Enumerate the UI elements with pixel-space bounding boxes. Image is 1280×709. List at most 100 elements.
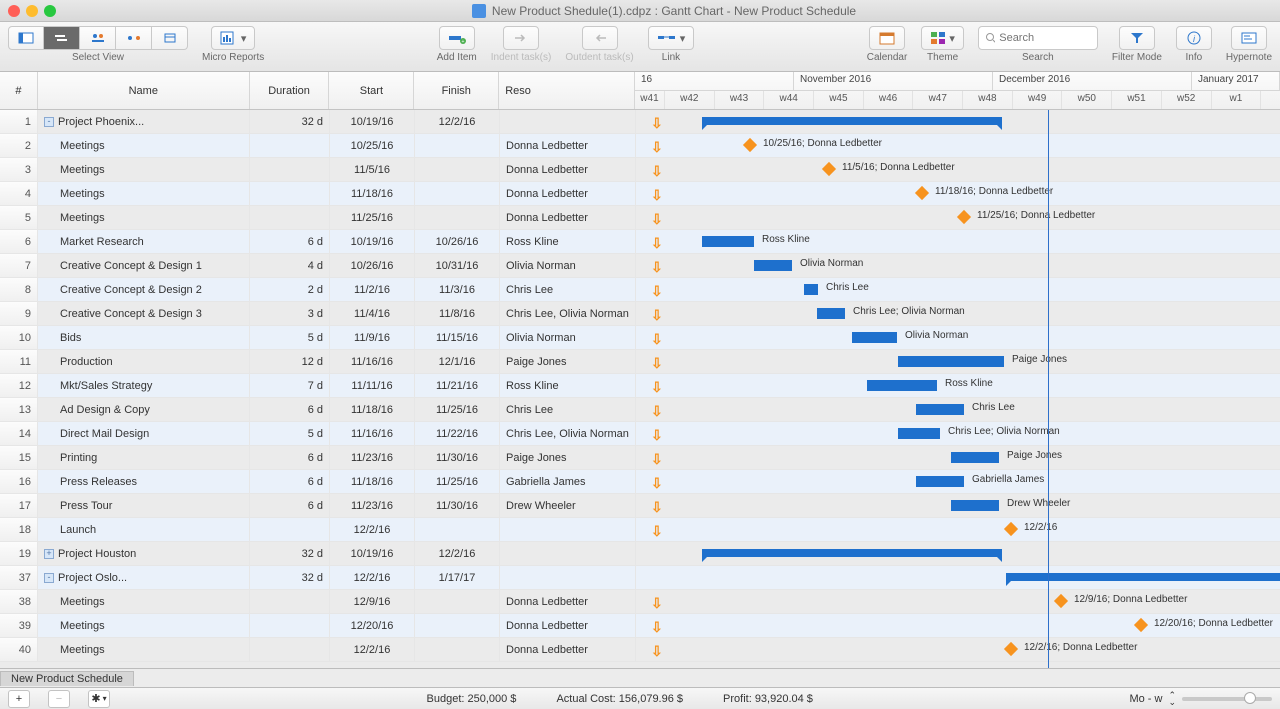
add-item-button[interactable]: + [439, 26, 475, 50]
task-bar[interactable] [804, 284, 818, 295]
outdent-label: Outdent task(s) [565, 52, 633, 63]
col-num[interactable]: # [0, 72, 38, 109]
table-row[interactable]: 37-Project Oslo...32 d12/2/161/17/17 [0, 566, 1280, 590]
sheet-tab[interactable]: New Product Schedule [0, 671, 134, 686]
view-mode-5-button[interactable] [152, 26, 188, 50]
task-bar[interactable] [852, 332, 897, 343]
settings-button[interactable]: ✱▾ [88, 690, 110, 708]
info-icon: i [1187, 31, 1201, 45]
hypernote-button[interactable] [1231, 26, 1267, 50]
add-row-button[interactable]: + [8, 690, 30, 708]
milestone-marker[interactable] [957, 210, 971, 224]
search-icon [985, 32, 995, 44]
task-bar-label: Olivia Norman [905, 330, 968, 341]
summary-bar[interactable] [702, 117, 1002, 125]
window-title: New Product Shedule(1).cdpz : Gantt Char… [56, 4, 1272, 18]
table-row[interactable]: 9Creative Concept & Design 33 d11/4/1611… [0, 302, 1280, 326]
dependency-arrow-icon: ⇩ [651, 523, 663, 540]
task-bar[interactable] [817, 308, 845, 319]
zoom-control[interactable]: Mo - w ⌃⌄ [1129, 692, 1272, 706]
table-row[interactable]: 3Meetings11/5/16Donna Ledbetter⇩11/5/16;… [0, 158, 1280, 182]
view-mode-2-button[interactable] [44, 26, 80, 50]
task-bar[interactable] [951, 500, 999, 511]
hypernote-icon [1241, 32, 1257, 44]
dependency-arrow-icon: ⇩ [651, 259, 663, 276]
info-button[interactable]: i [1176, 26, 1212, 50]
task-bar-label: Drew Wheeler [1007, 498, 1070, 509]
col-duration[interactable]: Duration [250, 72, 330, 109]
task-bar[interactable] [916, 404, 964, 415]
table-row[interactable]: 15Printing6 d11/23/1611/30/16Paige Jones… [0, 446, 1280, 470]
table-row[interactable]: 6Market Research6 d10/19/1610/26/16Ross … [0, 230, 1280, 254]
table-row[interactable]: 7Creative Concept & Design 14 d10/26/161… [0, 254, 1280, 278]
task-bar[interactable] [702, 236, 754, 247]
milestone-marker[interactable] [822, 162, 836, 176]
col-start[interactable]: Start [329, 72, 414, 109]
milestone-marker[interactable] [1004, 522, 1018, 536]
task-bar-label: Ross Kline [762, 234, 810, 245]
table-row[interactable]: 10Bids5 d11/9/1611/15/16Olivia Norman⇩Ol… [0, 326, 1280, 350]
table-row[interactable]: 40Meetings12/2/16Donna Ledbetter⇩12/2/16… [0, 638, 1280, 662]
table-row[interactable]: 8Creative Concept & Design 22 d11/2/1611… [0, 278, 1280, 302]
table-row[interactable]: 5Meetings11/25/16Donna Ledbetter⇩11/25/1… [0, 206, 1280, 230]
task-bar[interactable] [951, 452, 999, 463]
milestone-marker[interactable] [1054, 594, 1068, 608]
table-row[interactable]: 12Mkt/Sales Strategy7 d11/11/1611/21/16R… [0, 374, 1280, 398]
maximize-window-icon[interactable] [44, 5, 56, 17]
zoom-stepper[interactable]: ⌃⌄ [1168, 692, 1176, 706]
milestone-label: 10/25/16; Donna Ledbetter [763, 138, 882, 149]
table-row[interactable]: 13Ad Design & Copy6 d11/18/1611/25/16Chr… [0, 398, 1280, 422]
minimize-window-icon[interactable] [26, 5, 38, 17]
task-bar[interactable] [916, 476, 964, 487]
status-budget: Budget: 250,000 $ [427, 693, 517, 705]
filter-icon [1130, 32, 1144, 44]
milestone-marker[interactable] [915, 186, 929, 200]
calendar-button[interactable] [869, 26, 905, 50]
table-row[interactable]: 4Meetings11/18/16Donna Ledbetter⇩11/18/1… [0, 182, 1280, 206]
table-row[interactable]: 14Direct Mail Design5 d11/16/1611/22/16C… [0, 422, 1280, 446]
search-input[interactable] [978, 26, 1098, 50]
table-row[interactable]: 18Launch12/2/16⇩12/2/16 [0, 518, 1280, 542]
indent-task-button[interactable] [503, 26, 539, 50]
table-row[interactable]: 17Press Tour6 d11/23/1611/30/16Drew Whee… [0, 494, 1280, 518]
table-row[interactable]: 16Press Releases6 d11/18/1611/25/16Gabri… [0, 470, 1280, 494]
link-button[interactable]: ▾ [648, 26, 695, 50]
milestone-marker[interactable] [1134, 618, 1148, 632]
close-window-icon[interactable] [8, 5, 20, 17]
table-row[interactable]: 11Production12 d11/16/1612/1/16Paige Jon… [0, 350, 1280, 374]
timeline-header[interactable]: 16November 2016December 2016January 2017… [635, 72, 1280, 109]
task-bar[interactable] [754, 260, 792, 271]
task-bar[interactable] [867, 380, 937, 391]
task-bar[interactable] [898, 356, 1004, 367]
task-bar-label: Paige Jones [1007, 450, 1062, 461]
expand-toggle[interactable]: - [44, 117, 54, 127]
micro-reports-button[interactable]: ▾ [211, 26, 256, 50]
milestone-marker[interactable] [1004, 642, 1018, 656]
table-row[interactable]: 19+Project Houston32 d10/19/1612/2/16 [0, 542, 1280, 566]
calendar-label: Calendar [867, 52, 908, 63]
milestone-marker[interactable] [743, 138, 757, 152]
col-name[interactable]: Name [38, 72, 250, 109]
view-mode-4-button[interactable] [116, 26, 152, 50]
dependency-arrow-icon: ⇩ [651, 235, 663, 252]
col-finish[interactable]: Finish [414, 72, 499, 109]
summary-bar[interactable] [702, 549, 1002, 557]
remove-row-button[interactable]: − [48, 690, 70, 708]
zoom-slider[interactable] [1182, 697, 1272, 701]
milestone-label: 11/25/16; Donna Ledbetter [977, 210, 1095, 221]
table-row[interactable]: 1-Project Phoenix...32 d10/19/1612/2/16⇩ [0, 110, 1280, 134]
table-row[interactable]: 2Meetings10/25/16Donna Ledbetter⇩10/25/1… [0, 134, 1280, 158]
dependency-arrow-icon: ⇩ [651, 475, 663, 492]
outdent-task-button[interactable] [582, 26, 618, 50]
expand-toggle[interactable]: - [44, 573, 54, 583]
task-bar[interactable] [898, 428, 940, 439]
view-mode-3-button[interactable] [80, 26, 116, 50]
col-resources[interactable]: Reso [499, 72, 635, 109]
table-row[interactable]: 38Meetings12/9/16Donna Ledbetter⇩12/9/16… [0, 590, 1280, 614]
table-row[interactable]: 39Meetings12/20/16Donna Ledbetter⇩12/20/… [0, 614, 1280, 638]
expand-toggle[interactable]: + [44, 549, 54, 559]
filter-button[interactable] [1119, 26, 1155, 50]
theme-button[interactable]: ▾ [921, 26, 964, 50]
view-mode-1-button[interactable] [8, 26, 44, 50]
milestone-label: 12/20/16; Donna Ledbetter [1154, 618, 1273, 629]
